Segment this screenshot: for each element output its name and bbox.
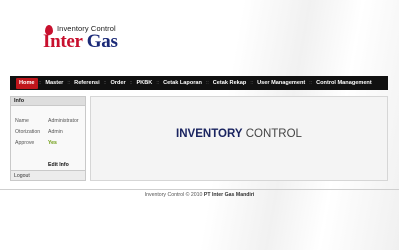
info-label: Approve xyxy=(15,140,35,146)
nav-separator: :: xyxy=(156,80,160,86)
info-row-approve: Approve Yes xyxy=(15,140,57,146)
nav-item-pkbk[interactable]: PKBK xyxy=(133,78,155,89)
edit-info-link[interactable]: Edit Info xyxy=(48,162,69,168)
page: Inventory Control Inter Gas Home :: Mast… xyxy=(0,0,399,250)
nav-item-master[interactable]: Master xyxy=(42,78,66,89)
nav-item-user-management[interactable]: User Management xyxy=(254,78,308,89)
page-title-word2: CONTROL xyxy=(245,128,302,140)
info-panel-title: Info xyxy=(11,97,85,106)
nav-separator: :: xyxy=(205,80,209,86)
footer-company: PT Inter Gas Mandiri xyxy=(203,192,255,198)
nav-separator: :: xyxy=(250,80,254,86)
logo-brand-rest: Gas xyxy=(82,31,118,52)
logout-link[interactable]: Logout xyxy=(11,170,85,180)
footer-copyright: Inventory Control © 2010 xyxy=(144,192,203,198)
nav-item-cetak-rekap[interactable]: Cetak Rekap xyxy=(210,78,250,89)
nav-item-control-management[interactable]: Control Management xyxy=(313,78,375,89)
logo[interactable]: Inter Gas xyxy=(43,31,118,53)
info-label: Otorization xyxy=(15,129,41,135)
info-row-name: Name Administrator xyxy=(15,118,79,124)
header: Inventory Control Inter Gas xyxy=(0,0,399,74)
footer-divider xyxy=(0,189,399,190)
logo-brand-first: Inter xyxy=(43,31,83,52)
nav-separator: :: xyxy=(309,80,313,86)
nav-separator: :: xyxy=(67,80,71,86)
info-row-otorization: Otorization Admin xyxy=(15,129,63,135)
nav-item-home[interactable]: Home xyxy=(16,77,38,89)
nav-separator: :: xyxy=(38,80,42,86)
info-panel-body: Name Administrator Otorization Admin Appro… xyxy=(11,106,85,170)
page-title-word1: INVENTORY xyxy=(176,128,243,140)
main-nav: Home :: Master :: Referensi :: Order :: … xyxy=(10,76,388,90)
nav-item-cetak-laporan[interactable]: Cetak Laporan xyxy=(160,78,205,89)
nav-item-referensi[interactable]: Referensi xyxy=(71,78,103,89)
approve-status: Yes xyxy=(48,140,57,146)
nav-separator: :: xyxy=(129,80,133,86)
info-value: Administrator xyxy=(48,118,79,124)
nav-separator: :: xyxy=(103,80,107,86)
footer: Inventory Control © 2010 PT Inter Gas Ma… xyxy=(0,192,399,198)
info-value: Admin xyxy=(48,129,63,135)
info-label: Name xyxy=(15,118,29,124)
main-content: INVENTORY CONTROL xyxy=(90,96,388,181)
nav-item-order[interactable]: Order xyxy=(107,78,128,89)
page-title: INVENTORY CONTROL xyxy=(91,128,387,140)
info-panel: Info Name Administrator Otorization Admin … xyxy=(10,96,86,181)
